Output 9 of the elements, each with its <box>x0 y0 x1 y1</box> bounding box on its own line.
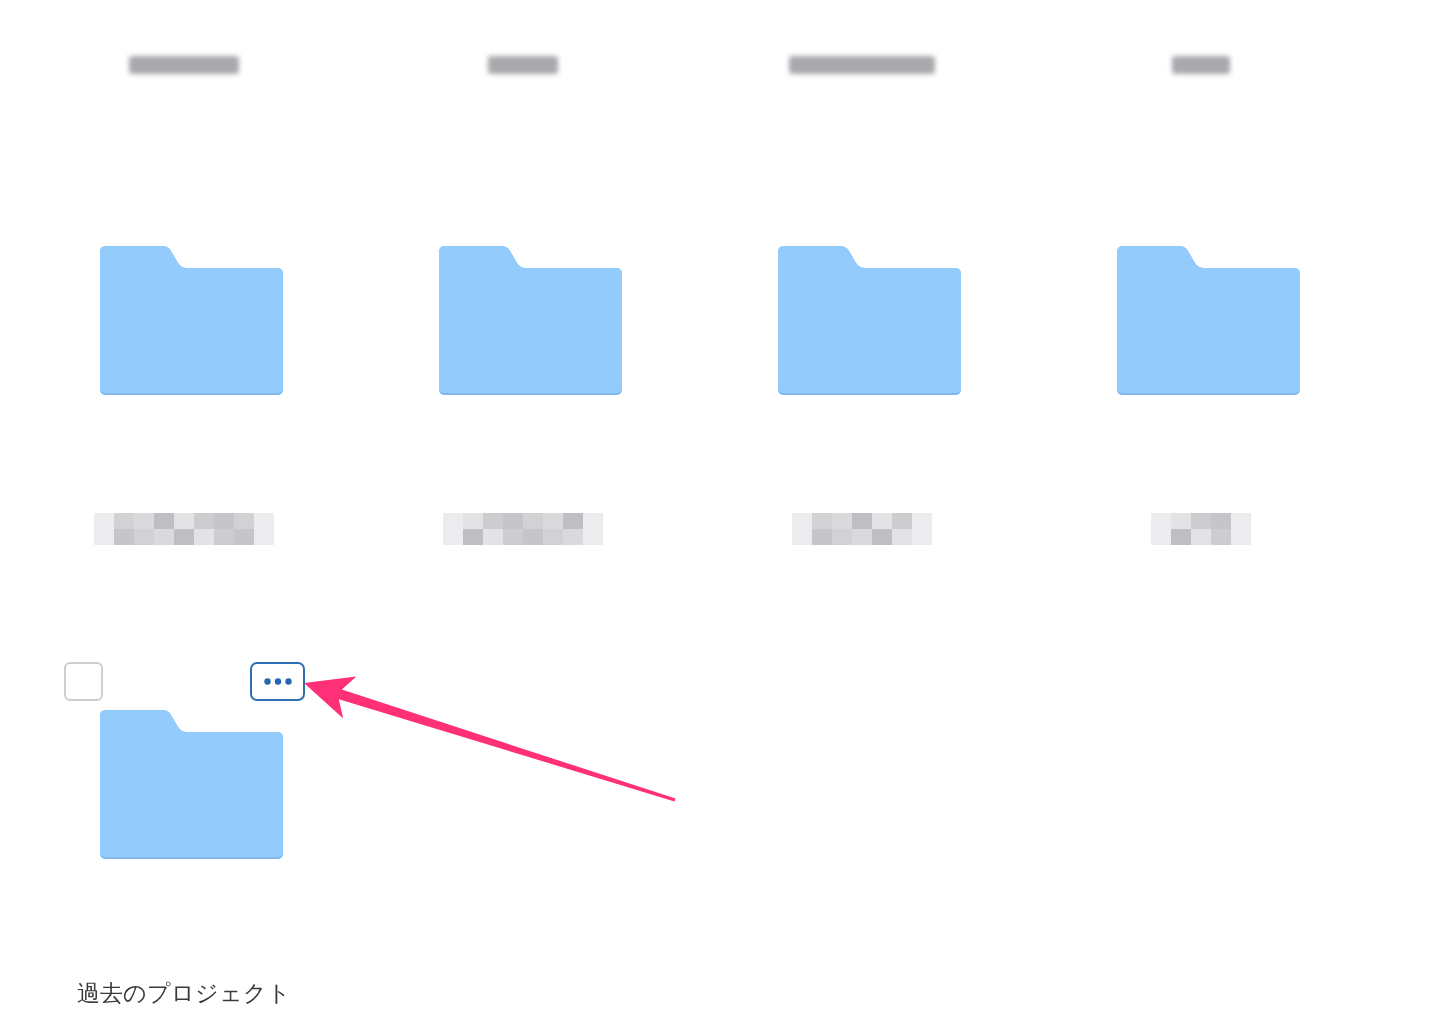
folder-label: 過去のプロジェクト <box>76 979 291 1008</box>
folder-icon[interactable] <box>439 246 622 395</box>
more-button[interactable] <box>250 662 305 701</box>
folder-icon[interactable] <box>100 710 283 859</box>
more-icon <box>263 678 292 685</box>
folder-icon[interactable] <box>1117 246 1300 395</box>
folder-icon[interactable] <box>778 246 961 395</box>
checkbox[interactable] <box>64 662 103 701</box>
folder-icon[interactable] <box>100 246 283 395</box>
